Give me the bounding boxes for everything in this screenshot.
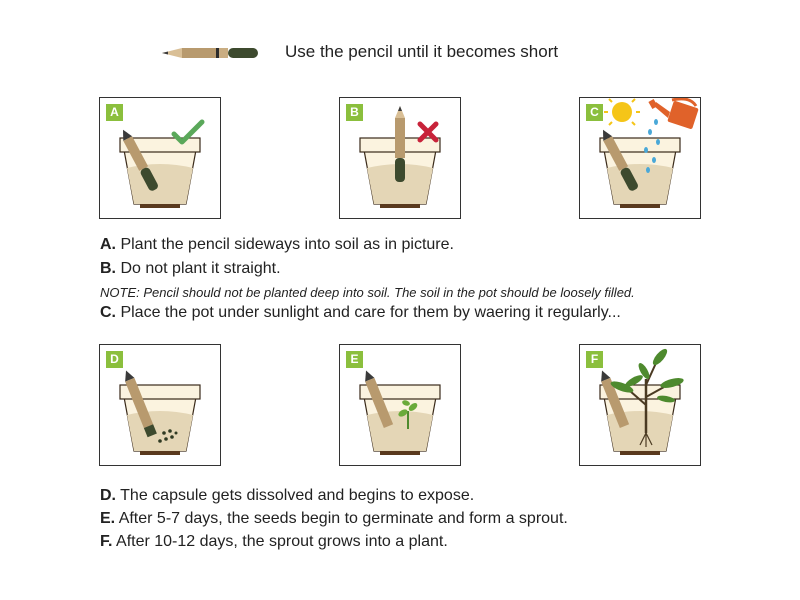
caption-a: A. Plant the pencil sideways into soil a… <box>100 236 454 253</box>
caption-e: E. After 5-7 days, the seeds begin to ge… <box>100 510 568 527</box>
panel-d-badge: D <box>106 351 123 368</box>
short-pencil-icon <box>162 48 258 58</box>
panel-e-badge: E <box>346 351 363 368</box>
caption-b: B. Do not plant it straight. <box>100 260 281 277</box>
panel-f-badge: F <box>586 351 603 368</box>
panel-c-badge: C <box>586 104 603 121</box>
note-text: NOTE: Pencil should not be planted deep … <box>100 285 635 300</box>
panel-b-badge: B <box>346 104 363 121</box>
panel-e: E <box>339 344 461 466</box>
panel-a: A <box>99 97 221 219</box>
caption-f: F. After 10-12 days, the sprout grows in… <box>100 533 448 550</box>
header-instruction: Use the pencil until it becomes short <box>285 42 559 61</box>
panel-c: C <box>579 97 701 219</box>
panel-d: D <box>99 344 221 466</box>
sun-icon <box>604 98 640 126</box>
panel-a-badge: A <box>106 104 123 121</box>
panel-b: B <box>339 97 461 219</box>
header: Use the pencil until it becomes short <box>0 0 800 105</box>
panel-f: F <box>579 344 701 466</box>
caption-d: D. The capsule gets dissolved and begins… <box>100 487 475 504</box>
caption-c: C. Place the pot under sunlight and care… <box>100 304 621 321</box>
